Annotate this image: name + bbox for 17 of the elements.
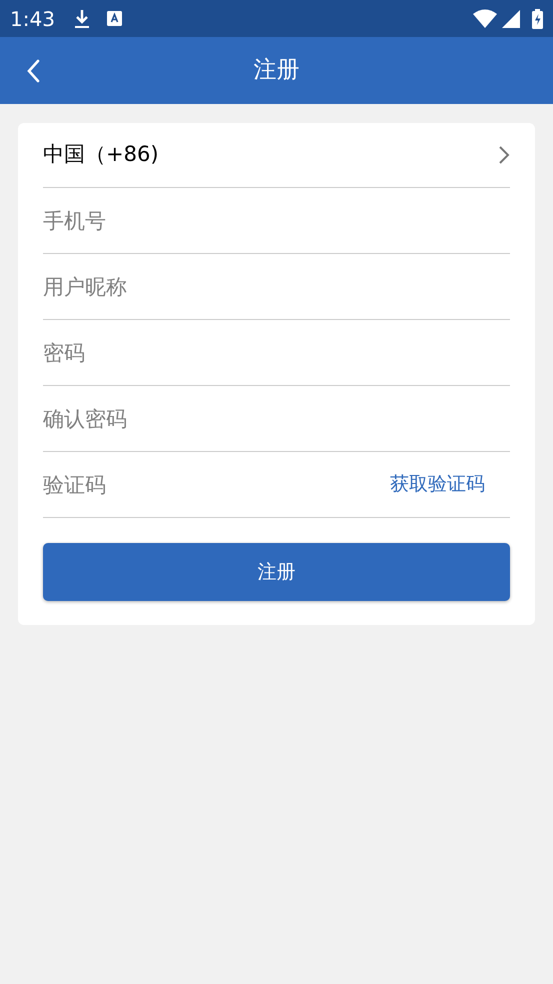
register-button[interactable]: 注册 [43, 543, 510, 601]
app-notification-icon [106, 11, 122, 26]
input-field[interactable]: 用户昵称 [43, 264, 510, 308]
input-field[interactable]: 手机号 [43, 198, 510, 242]
download-icon [72, 8, 91, 28]
back-button[interactable] [26, 58, 42, 82]
password-field[interactable]: 密码 [43, 330, 510, 374]
chevron-right-icon [498, 145, 510, 165]
code-field[interactable]: 验证码 [43, 462, 390, 506]
wifi-icon [473, 9, 497, 28]
password-field[interactable]: 确认密码 [43, 396, 510, 440]
signal-icon [502, 10, 520, 28]
get-code-link[interactable]: 获取验证码 [390, 470, 485, 499]
battery-icon [532, 8, 543, 28]
country-selector[interactable]: 中国（+86) [43, 123, 510, 188]
clock-time: 1:43 [10, 6, 55, 32]
page-title: 注册 [254, 56, 300, 86]
